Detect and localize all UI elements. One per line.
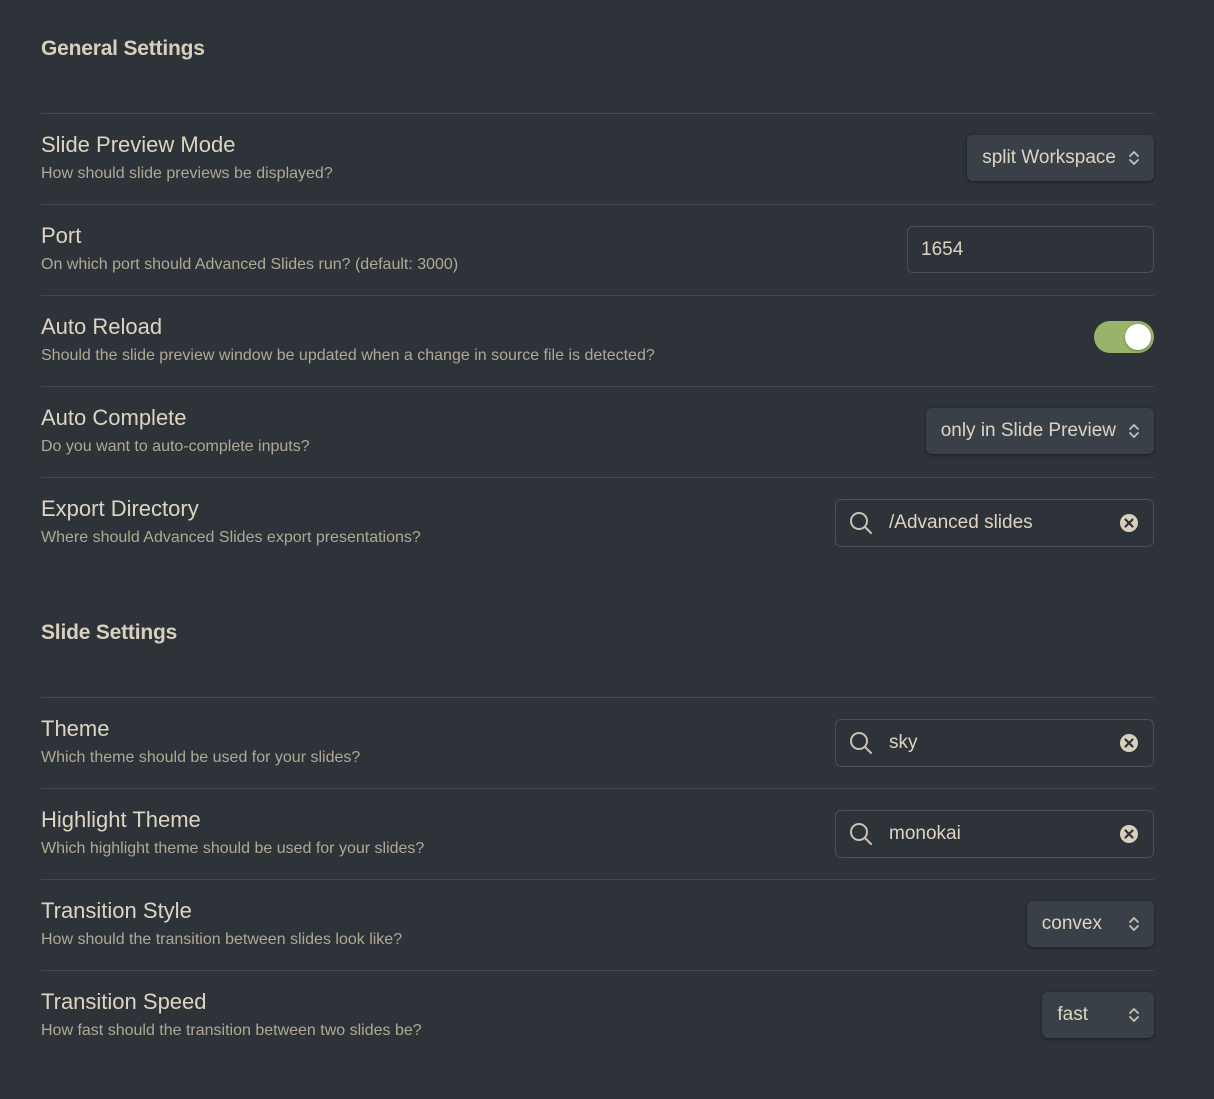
- setting-name: Auto Reload: [41, 314, 163, 339]
- setting-slide-preview-mode: Slide Preview Mode How should slide prev…: [41, 113, 1154, 204]
- search-value: sky: [889, 732, 918, 753]
- slide-preview-mode-dropdown[interactable]: split Workspace: [967, 135, 1154, 181]
- export-directory-search[interactable]: /Advanced slides: [835, 499, 1154, 547]
- chevron-up-down-icon: [1128, 915, 1140, 933]
- setting-highlight-theme: Highlight Theme Which highlight theme sh…: [41, 788, 1154, 879]
- dropdown-value: fast: [1057, 1004, 1088, 1025]
- general-settings-group: Slide Preview Mode How should slide prev…: [41, 113, 1154, 568]
- setting-port: Port On which port should Advanced Slide…: [41, 204, 1154, 295]
- settings-page: General Settings Slide Preview Mode How …: [0, 0, 1214, 1099]
- setting-transition-style: Transition Style How should the transiti…: [41, 879, 1154, 970]
- dropdown-value: split Workspace: [982, 147, 1116, 168]
- highlight-theme-search[interactable]: monokai: [835, 810, 1154, 858]
- setting-description: Where should Advanced Slides export pres…: [41, 529, 421, 546]
- search-icon: [849, 511, 873, 535]
- clear-icon[interactable]: [1119, 824, 1139, 844]
- chevron-up-down-icon: [1128, 1006, 1140, 1024]
- setting-description: Which highlight theme should be used for…: [41, 840, 425, 857]
- general-settings-heading: General Settings: [41, 37, 205, 60]
- setting-theme: Theme Which theme should be used for you…: [41, 697, 1154, 788]
- search-icon: [849, 731, 873, 755]
- setting-name: Theme: [41, 716, 110, 741]
- setting-description: Do you want to auto-complete inputs?: [41, 438, 310, 455]
- slide-settings-group: Theme Which theme should be used for you…: [41, 697, 1154, 1061]
- setting-description: On which port should Advanced Slides run…: [41, 256, 459, 273]
- search-icon: [849, 822, 873, 846]
- transition-style-dropdown[interactable]: convex: [1026, 901, 1154, 947]
- setting-name: Port: [41, 223, 82, 248]
- dropdown-value: only in Slide Preview: [940, 420, 1116, 441]
- search-value: monokai: [889, 823, 961, 844]
- setting-description: How fast should the transition between t…: [41, 1022, 422, 1039]
- auto-complete-dropdown[interactable]: only in Slide Preview: [925, 408, 1154, 454]
- theme-search[interactable]: sky: [835, 719, 1154, 767]
- setting-name: Transition Speed: [41, 989, 207, 1014]
- dropdown-value: convex: [1041, 913, 1102, 934]
- setting-export-directory: Export Directory Where should Advanced S…: [41, 477, 1154, 568]
- setting-name: Transition Style: [41, 898, 192, 923]
- slide-settings-heading: Slide Settings: [41, 621, 178, 644]
- setting-description: How should the transition between slides…: [41, 931, 403, 948]
- setting-auto-complete: Auto Complete Do you want to auto-comple…: [41, 386, 1154, 477]
- auto-reload-toggle[interactable]: [1094, 321, 1154, 353]
- search-value: /Advanced slides: [889, 512, 1033, 533]
- clear-icon[interactable]: [1119, 513, 1139, 533]
- setting-name: Slide Preview Mode: [41, 132, 236, 157]
- setting-description: How should slide previews be displayed?: [41, 165, 333, 182]
- setting-auto-reload: Auto Reload Should the slide preview win…: [41, 295, 1154, 386]
- clear-icon[interactable]: [1119, 733, 1139, 753]
- setting-transition-speed: Transition Speed How fast should the tra…: [41, 970, 1154, 1061]
- setting-description: Which theme should be used for your slid…: [41, 749, 361, 766]
- setting-name: Highlight Theme: [41, 807, 201, 832]
- port-input[interactable]: [907, 226, 1154, 273]
- setting-name: Auto Complete: [41, 405, 187, 430]
- toggle-knob: [1125, 324, 1151, 350]
- chevron-up-down-icon: [1128, 422, 1140, 440]
- setting-name: Export Directory: [41, 496, 199, 521]
- chevron-up-down-icon: [1128, 149, 1140, 167]
- transition-speed-dropdown[interactable]: fast: [1042, 992, 1154, 1038]
- setting-description: Should the slide preview window be updat…: [41, 347, 655, 364]
